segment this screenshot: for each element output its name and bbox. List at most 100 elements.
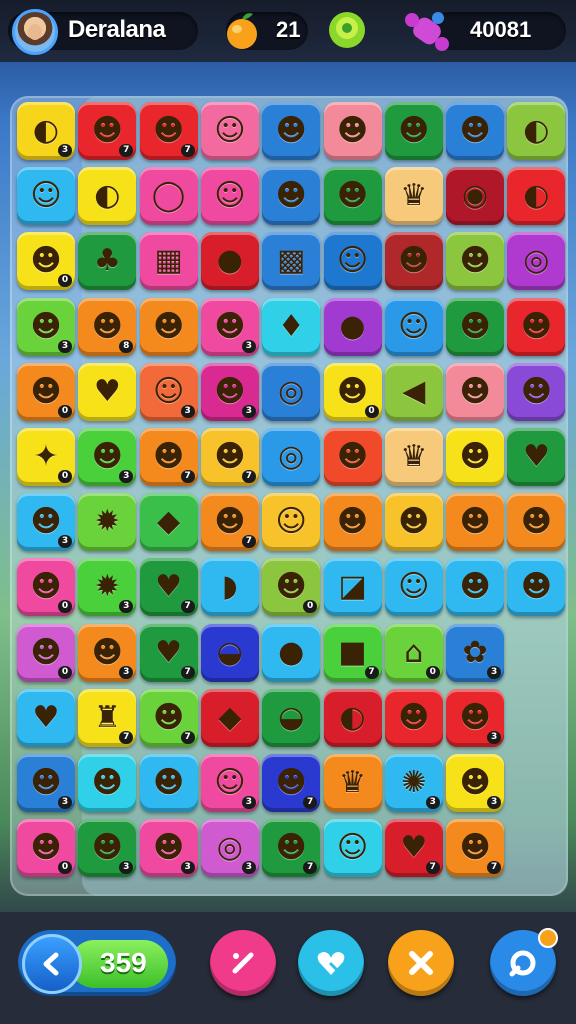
- game-tile[interactable]: ✹: [78, 493, 137, 552]
- game-tile[interactable]: ♥: [78, 362, 137, 421]
- game-tile[interactable]: ☻ 0: [17, 362, 75, 421]
- game-tile[interactable]: ☻ 7: [200, 428, 259, 486]
- game-tile[interactable]: ☻ 8: [78, 297, 137, 356]
- game-tile[interactable]: ☻: [262, 102, 321, 160]
- game-tile[interactable]: ■ 7: [323, 623, 382, 682]
- game-tile[interactable]: ✹ 3: [78, 558, 137, 617]
- game-tile[interactable]: ☻ 3: [200, 297, 259, 356]
- game-tile[interactable]: ☻: [446, 493, 505, 552]
- game-tile[interactable]: ✦ 0: [17, 428, 75, 486]
- game-tile[interactable]: ☻ 0: [17, 558, 75, 617]
- game-tile[interactable]: ♥ 7: [139, 558, 198, 617]
- game-tile[interactable]: ●: [262, 623, 321, 682]
- game-tile[interactable]: ◐: [507, 102, 566, 160]
- game-tile[interactable]: ♛: [384, 167, 443, 226]
- game-tile[interactable]: ◪: [323, 558, 382, 617]
- game-tile[interactable]: ♣: [78, 232, 137, 291]
- game-tile[interactable]: ☺: [200, 167, 259, 226]
- game-tile[interactable]: ♛: [384, 428, 443, 486]
- game-tile[interactable]: ☺: [323, 232, 382, 291]
- game-tile[interactable]: ◀: [384, 362, 443, 421]
- heart-booster-button[interactable]: [298, 930, 364, 996]
- game-tile[interactable]: ☺: [384, 558, 443, 617]
- game-tile[interactable]: ♥: [507, 428, 566, 486]
- game-tile[interactable]: ☻ 7: [139, 688, 198, 747]
- game-tile[interactable]: ☻: [139, 754, 198, 812]
- game-tile[interactable]: ☻: [262, 167, 321, 226]
- game-tile[interactable]: ♥: [17, 688, 75, 747]
- game-tile[interactable]: ✿ 3: [446, 623, 505, 682]
- game-tile[interactable]: ☻ 7: [78, 102, 137, 160]
- game-tile[interactable]: ☻: [446, 558, 505, 617]
- game-tile[interactable]: ☻ 3: [139, 819, 198, 878]
- game-tile[interactable]: ☻ 3: [17, 297, 75, 356]
- game-tile[interactable]: ☻ 0: [17, 623, 75, 682]
- game-tile[interactable]: ☻: [507, 362, 566, 421]
- game-tile[interactable]: ☻ 3: [17, 493, 75, 552]
- game-tile[interactable]: ☻: [507, 558, 566, 617]
- game-tile[interactable]: ◉: [446, 167, 505, 226]
- game-tile[interactable]: ☻ 3: [78, 623, 137, 682]
- game-tile[interactable]: ◎: [262, 428, 321, 486]
- game-tile[interactable]: ☻ 7: [262, 819, 321, 878]
- game-tile[interactable]: ◒: [262, 688, 321, 747]
- game-tile[interactable]: ☺: [262, 493, 321, 552]
- game-tile[interactable]: ◎: [262, 362, 321, 421]
- game-tile[interactable]: ♦: [262, 297, 321, 356]
- shuffle-cancel-button[interactable]: [388, 930, 454, 996]
- game-tile[interactable]: ☻ 7: [200, 493, 259, 552]
- game-tile[interactable]: ☻: [78, 754, 137, 812]
- game-tile[interactable]: ☻ 7: [446, 819, 505, 878]
- game-tile[interactable]: ◆: [200, 688, 259, 747]
- back-button[interactable]: [22, 934, 82, 994]
- game-tile[interactable]: ◐ 3: [17, 102, 75, 160]
- game-tile[interactable]: ◆: [139, 493, 198, 552]
- game-tile[interactable]: ♜ 7: [78, 688, 137, 747]
- game-tile[interactable]: ◯: [139, 167, 198, 226]
- game-tile[interactable]: ♥ 7: [384, 819, 443, 878]
- game-tile[interactable]: ♛: [323, 754, 382, 812]
- game-tile[interactable]: ☻: [323, 428, 382, 486]
- hammer-booster-button[interactable]: [210, 930, 276, 996]
- game-tile[interactable]: ☻ 3: [17, 754, 75, 812]
- game-tile[interactable]: ☻: [139, 297, 198, 356]
- game-tile[interactable]: ☻: [507, 493, 566, 552]
- game-tile[interactable]: ●: [200, 232, 259, 291]
- game-tile[interactable]: ☻: [323, 102, 382, 160]
- game-tile[interactable]: ✺ 3: [384, 754, 443, 812]
- game-tile[interactable]: ☻ 0: [17, 819, 75, 878]
- game-tile[interactable]: ⌂ 0: [384, 623, 443, 682]
- game-tile[interactable]: ☻: [323, 167, 382, 226]
- game-tile[interactable]: ☻ 3: [78, 819, 137, 878]
- game-tile[interactable]: ☻: [446, 428, 505, 486]
- game-tile[interactable]: ☻: [384, 102, 443, 160]
- game-tile[interactable]: ●: [323, 297, 382, 356]
- game-tile[interactable]: ◗: [200, 558, 259, 617]
- game-tile[interactable]: ☻: [446, 297, 505, 356]
- game-tile[interactable]: ☺: [384, 297, 443, 356]
- game-tile[interactable]: ◐: [323, 688, 382, 747]
- game-tile[interactable]: ☻: [323, 493, 382, 552]
- game-tile[interactable]: ☻ 7: [139, 428, 198, 486]
- game-tile[interactable]: ☻ 3: [78, 428, 137, 486]
- game-tile[interactable]: ☻ 3: [200, 362, 259, 421]
- game-tile[interactable]: ☻ 0: [262, 558, 321, 617]
- avatar[interactable]: [12, 9, 58, 55]
- game-tile[interactable]: ☻: [446, 102, 505, 160]
- game-tile[interactable]: ♥ 7: [139, 623, 198, 682]
- game-tile[interactable]: ☻: [384, 232, 443, 291]
- game-tile[interactable]: ☺: [17, 167, 75, 226]
- game-tile[interactable]: ☻: [446, 232, 505, 291]
- game-tile[interactable]: ◎ 3: [200, 819, 259, 878]
- game-tile[interactable]: ☻ 7: [139, 102, 198, 160]
- game-tile[interactable]: ☻ 7: [262, 754, 321, 812]
- game-tile[interactable]: ◎: [507, 232, 566, 291]
- game-tile[interactable]: ☻: [384, 493, 443, 552]
- game-tile[interactable]: ◒: [200, 623, 259, 682]
- game-tile[interactable]: ☺: [323, 819, 382, 878]
- game-tile[interactable]: ☻ 3: [446, 754, 505, 812]
- game-tile[interactable]: ☻: [507, 297, 566, 356]
- game-tile[interactable]: ☺: [200, 102, 259, 160]
- game-tile[interactable]: ◐: [78, 167, 137, 226]
- game-tile[interactable]: ☺ 3: [200, 754, 259, 812]
